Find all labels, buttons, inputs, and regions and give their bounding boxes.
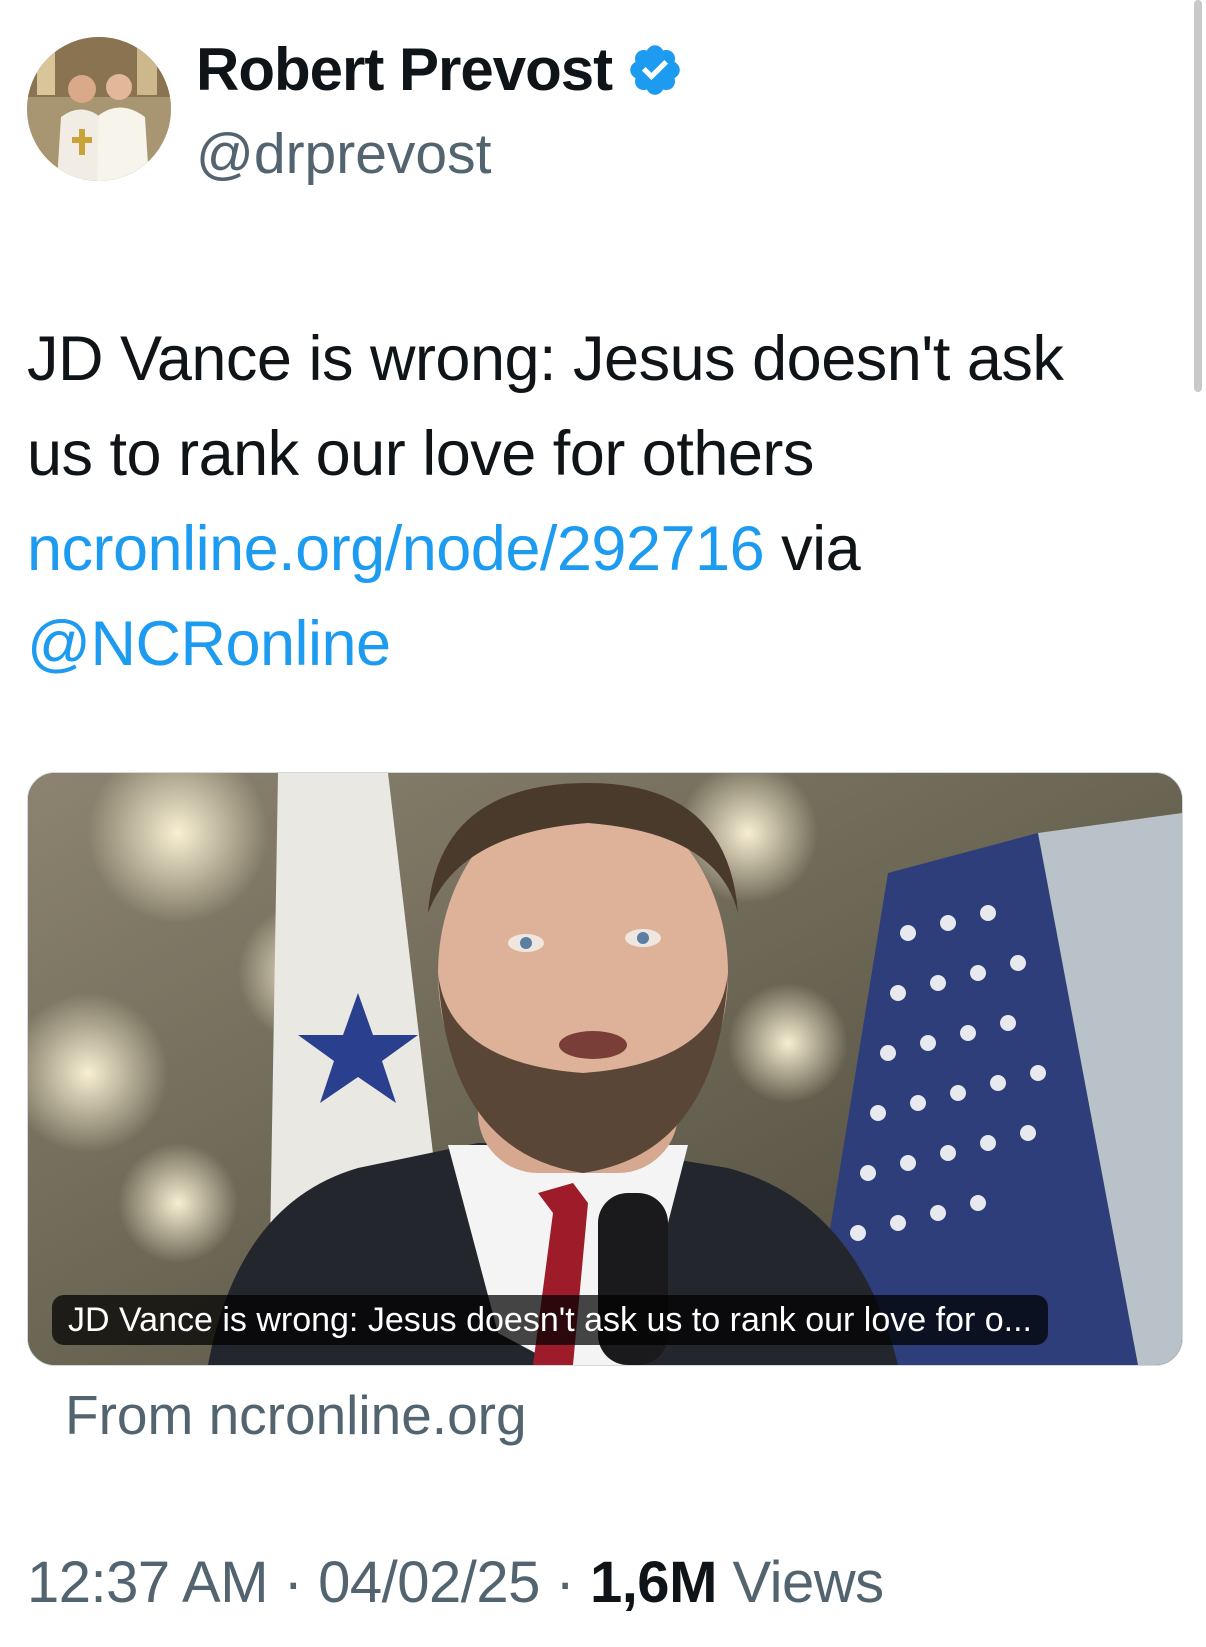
author-display-name[interactable]: Robert Prevost	[196, 34, 613, 106]
meta-separator: ·	[268, 1550, 319, 1615]
tweet-mention[interactable]: @NCRonline	[27, 609, 391, 679]
tweet-date[interactable]: 04/02/25	[318, 1550, 540, 1615]
tweet-text: JD Vance is wrong: Jesus doesn't ask us …	[27, 312, 1127, 692]
card-photo	[28, 773, 1182, 1365]
meta-separator: ·	[539, 1550, 590, 1615]
scrollbar[interactable]	[1194, 0, 1202, 392]
tweet-body: JD Vance is wrong: Jesus doesn't ask us …	[27, 324, 1064, 489]
tweet-link[interactable]: ncronline.org/node/292716	[27, 514, 765, 584]
link-card[interactable]: JD Vance is wrong: Jesus doesn't ask us …	[27, 772, 1183, 1366]
avatar[interactable]	[27, 37, 171, 181]
views-label: Views	[716, 1550, 885, 1615]
avatar-photo-icon	[27, 37, 171, 181]
card-source[interactable]: From ncronline.org	[65, 1382, 527, 1448]
card-caption: JD Vance is wrong: Jesus doesn't ask us …	[52, 1295, 1048, 1345]
tweet-meta: 12:37 AM · 04/02/25 · 1,6M Views	[27, 1548, 884, 1618]
verified-badge-icon	[630, 45, 680, 95]
views-count: 1,6M	[589, 1550, 717, 1615]
author-handle[interactable]: @drprevost	[196, 120, 491, 188]
author-name-row[interactable]: Robert Prevost	[196, 34, 684, 106]
tweet-via: via	[764, 514, 861, 584]
tweet-time[interactable]: 12:37 AM	[27, 1550, 269, 1615]
